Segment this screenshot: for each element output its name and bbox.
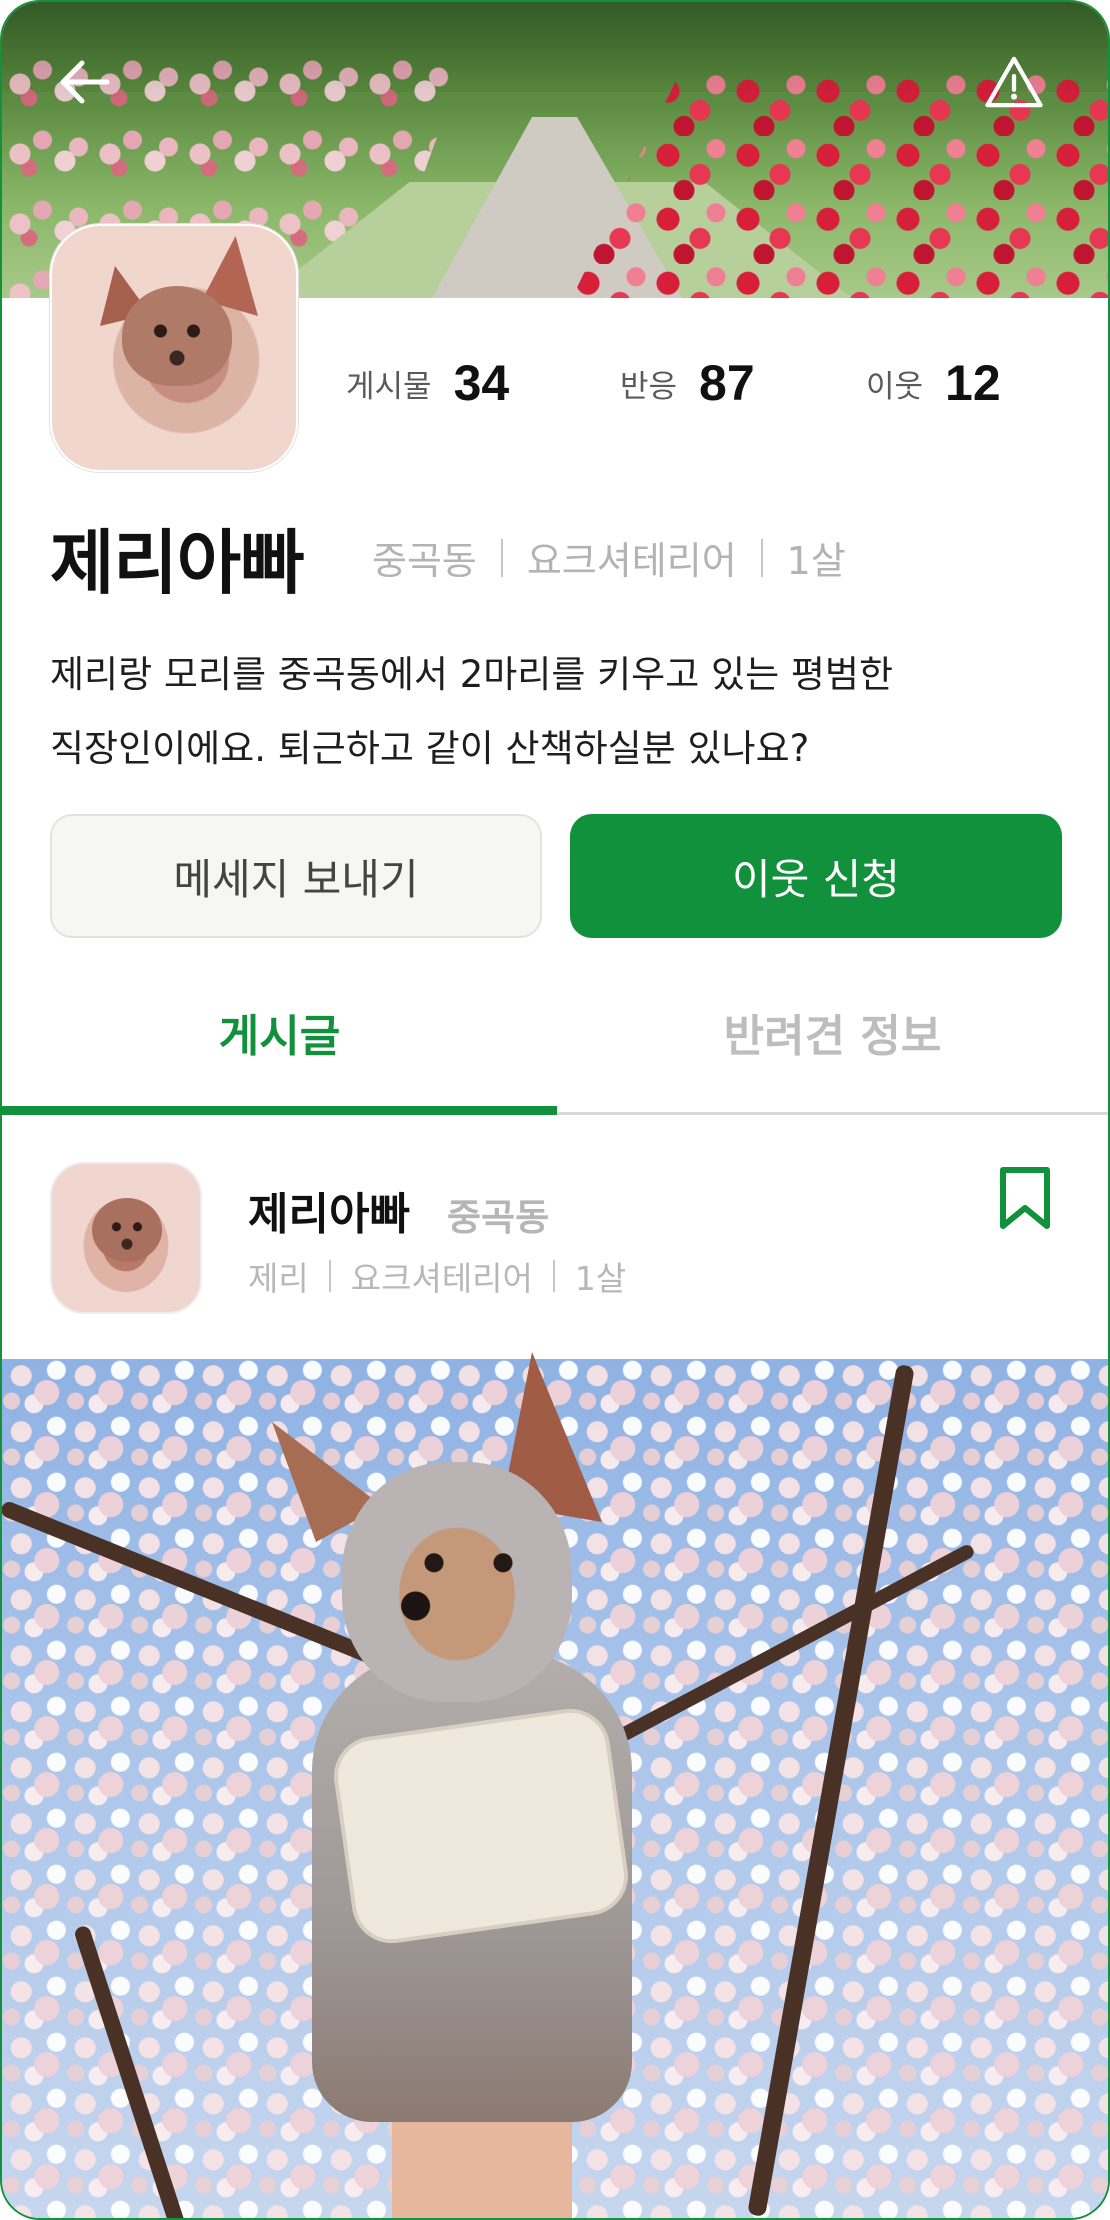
profile-name: 제리아빠 [50,522,305,604]
divider [328,1260,331,1292]
pet-age: 1살 [574,1259,627,1298]
stat-value: 12 [945,355,1001,411]
send-message-button[interactable]: 메세지 보내기 [50,814,542,938]
tab-posts[interactable]: 게시글 [2,1000,557,1064]
stat-label: 이웃 [866,368,924,405]
divider [760,538,763,577]
profile-stats: 게시물 34 반응 87 이웃 12 [346,354,1001,412]
stat-reactions[interactable]: 반응 87 [620,354,866,412]
stat-value: 87 [699,355,755,411]
tab-dog-info[interactable]: 반려견 정보 [557,1000,1108,1064]
stat-neighbors[interactable]: 이웃 12 [866,354,1001,412]
bio-line: 직장인이에요. 퇴근하고 같이 산책하실분 있나요? [50,727,810,770]
profile-screen: 게시물 34 반응 87 이웃 12 제리아빠 중곡동 요크셔테리어 1살 제리… [0,0,1110,2220]
stat-label: 게시물 [346,368,432,405]
profile-bio: 제리랑 모리를 중곡동에서 2마리를 키우고 있는 평범한 직장인이에요. 퇴근… [50,638,1060,786]
meta-age: 1살 [786,539,846,583]
stat-posts[interactable]: 게시물 34 [346,354,620,412]
active-tab-indicator [2,1106,557,1115]
pet-name: 제리 [248,1259,309,1298]
profile-tabs: 게시글 반려견 정보 [2,972,1108,1115]
bookmark-icon [1000,1167,1050,1229]
report-button[interactable] [984,52,1044,112]
bio-line: 제리랑 모리를 중곡동에서 2마리를 키우고 있는 평범한 [50,653,893,696]
stat-value: 34 [453,355,510,411]
profile-avatar[interactable] [50,224,298,472]
post-author-town: 중곡동 [447,1196,550,1239]
warning-triangle-icon [985,56,1043,108]
back-button[interactable] [54,52,114,112]
meta-breed: 요크셔테리어 [526,539,737,583]
divider [500,538,503,577]
dog-image [272,1352,682,2122]
post-author-name[interactable]: 제리아빠 [248,1178,410,1242]
stat-label: 반응 [620,368,678,405]
arrow-left-icon [60,60,110,104]
post-author-avatar[interactable] [50,1162,202,1314]
meta-town: 중곡동 [372,539,477,583]
neighbor-request-button[interactable]: 이웃 신청 [570,814,1062,938]
pet-breed: 요크셔테리어 [350,1259,533,1298]
profile-meta: 중곡동 요크셔테리어 1살 [372,530,846,585]
divider [552,1260,555,1292]
post-pet-meta: 제리 요크셔테리어 1살 [248,1252,626,1300]
bookmark-button[interactable] [997,1166,1053,1230]
